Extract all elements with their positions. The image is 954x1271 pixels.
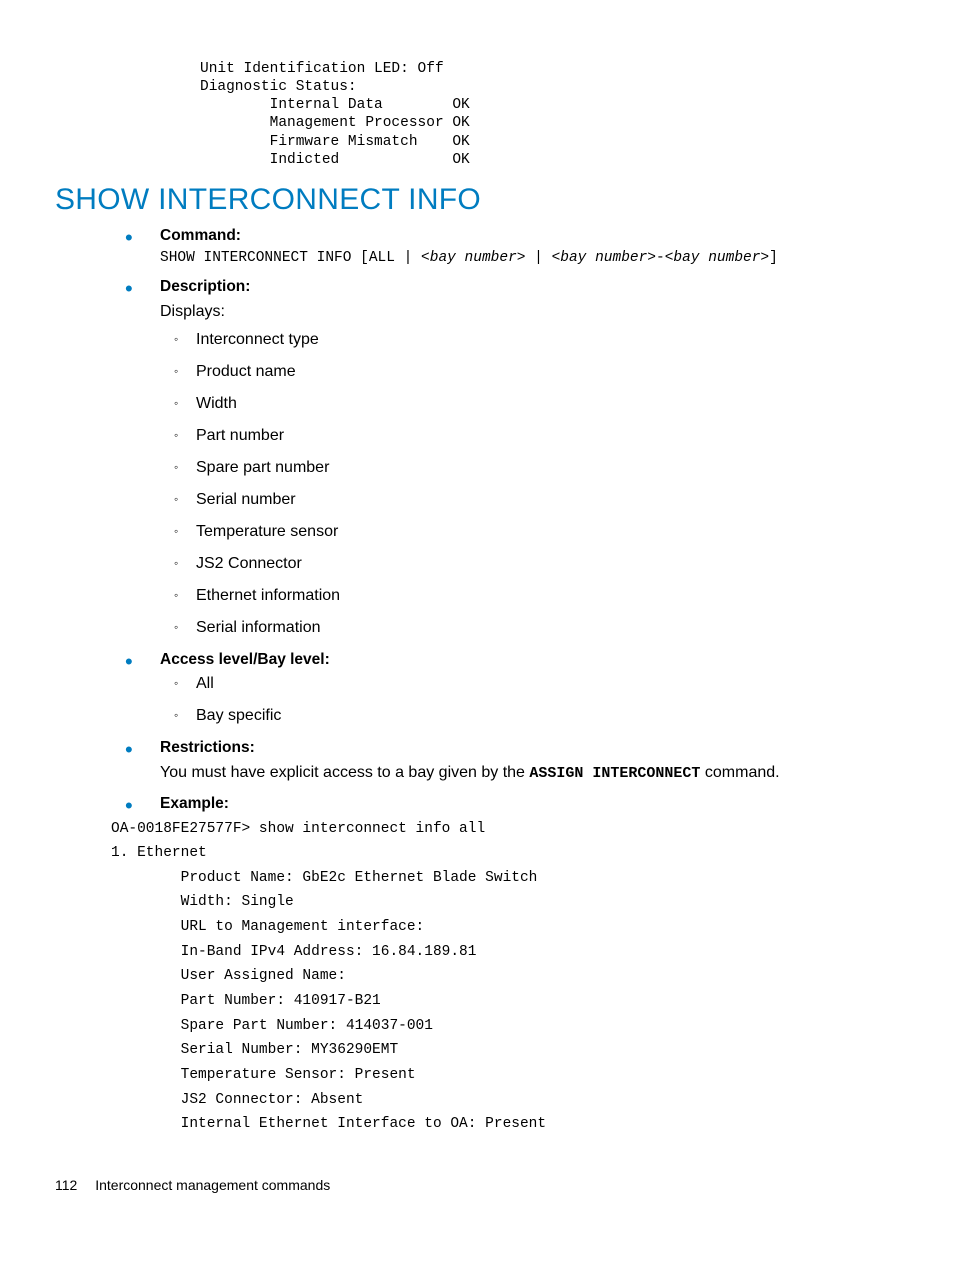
list-item: Serial number [174,491,899,509]
list-item: Spare part number [174,459,899,477]
list-item: Ethernet information [174,587,899,605]
restrictions-text: You must have explicit access to a bay g… [160,761,899,785]
access-item: Access level/Bay level: All Bay specific [125,651,899,725]
access-label: Access level/Bay level: [160,651,899,669]
page-footer: 112 Interconnect management commands [55,1177,899,1193]
command-item: Command: SHOW INTERCONNECT INFO [ALL | <… [125,227,899,268]
restrictions-post: command. [700,764,779,781]
list-item: Interconnect type [174,331,899,349]
diagnostic-output: Unit Identification LED: Off Diagnostic … [200,60,899,169]
syntax-bay2: bay number [560,250,647,266]
syntax-bay1: bay number [430,250,517,266]
description-item: Description: Displays: Interconnect type… [125,278,899,637]
example-item: Example: [125,795,899,813]
list-item: Product name [174,363,899,381]
restrictions-item: Restrictions: You must have explicit acc… [125,739,899,785]
example-block: OA-0018FE27577F> show interconnect info … [111,817,899,1137]
list-item: Bay specific [174,707,899,725]
command-label: Command: [160,227,899,245]
list-item: All [174,675,899,693]
restrictions-label: Restrictions: [160,739,899,757]
description-intro: Displays: [160,300,899,323]
syntax-bay3: bay number [673,250,760,266]
list-item: Serial information [174,619,899,637]
section-list: Command: SHOW INTERCONNECT INFO [ALL | <… [125,227,899,813]
command-syntax: SHOW INTERCONNECT INFO [ALL | <bay numbe… [160,249,899,268]
description-label: Description: [160,278,899,296]
example-label: Example: [160,795,899,813]
syntax-text: SHOW INTERCONNECT INFO [ALL | < [160,250,430,266]
restrictions-pre: You must have explicit access to a bay g… [160,764,529,781]
list-item: Temperature sensor [174,523,899,541]
footer-title: Interconnect management commands [95,1177,330,1193]
page-number: 112 [55,1177,77,1193]
section-heading: SHOW INTERCONNECT INFO [55,183,899,217]
list-item: Width [174,395,899,413]
syntax-text: > | < [517,250,561,266]
assign-interconnect-cmd: ASSIGN INTERCONNECT [529,765,700,782]
list-item: JS2 Connector [174,555,899,573]
list-item: Part number [174,427,899,445]
syntax-text: >] [760,250,777,266]
syntax-text: >-< [647,250,673,266]
description-sublist: Interconnect type Product name Width Par… [174,331,899,637]
example-output: OA-0018FE27577F> show interconnect info … [111,817,899,1137]
access-sublist: All Bay specific [174,675,899,725]
page: Unit Identification LED: Off Diagnostic … [0,0,954,1223]
